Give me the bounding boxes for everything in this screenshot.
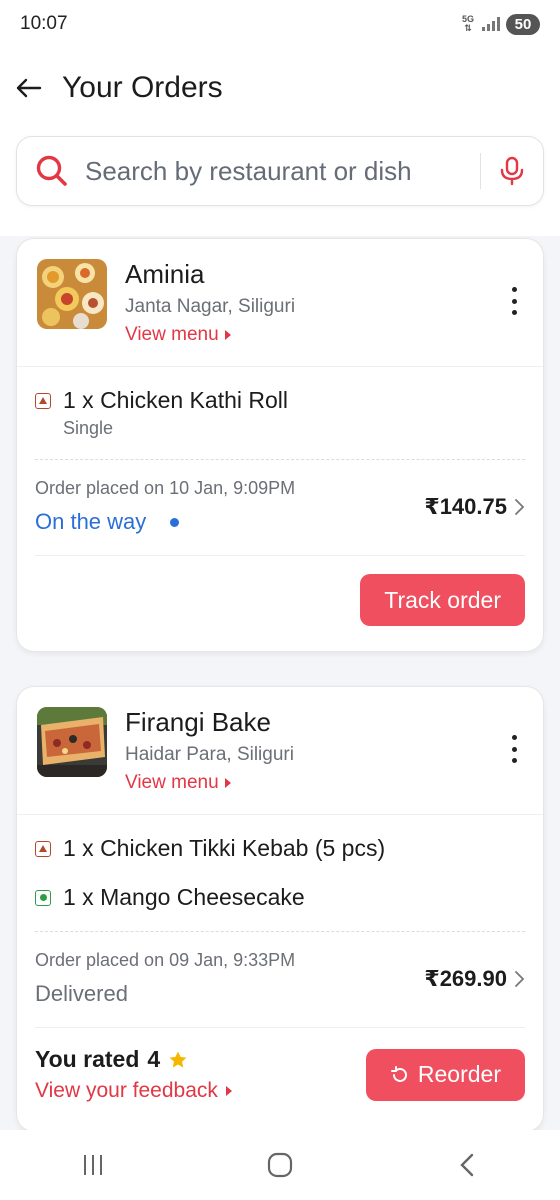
rated-label: You rated [35, 1046, 140, 1072]
order-meta[interactable]: Order placed on 09 Jan, 9:33PM Delivered… [35, 932, 525, 1027]
order-price[interactable]: ₹269.90 [424, 966, 525, 992]
item-text: 1 x Chicken Kathi Roll [63, 387, 288, 413]
chevron-right-icon [515, 498, 525, 515]
price-value: ₹269.90 [424, 965, 507, 991]
home-icon[interactable] [260, 1145, 300, 1185]
order-items: 1 x Chicken Tikki Kebab (5 pcs) 1 x Mang… [17, 815, 543, 1121]
non-veg-icon [35, 840, 51, 857]
order-placed-time: Order placed on 10 Jan, 9:09PM [35, 478, 296, 498]
chevron-right-icon [515, 970, 525, 987]
live-status-dot [170, 517, 180, 527]
restaurant-thumbnail [37, 707, 107, 777]
non-veg-icon [35, 392, 51, 409]
rating-row: You rated 4 [35, 1046, 366, 1073]
signal-icon [482, 17, 500, 31]
order-status-label: Delivered [35, 981, 128, 1006]
track-order-button[interactable]: Track order [360, 574, 525, 626]
rating-value: 4 [147, 1046, 161, 1072]
order-item: 1 x Chicken Tikki Kebab (5 pcs) [35, 835, 525, 862]
reorder-button[interactable]: Reorder [365, 1048, 525, 1101]
network-label: 5G [461, 14, 474, 24]
item-text: 1 x Chicken Tikki Kebab (5 pcs) [63, 835, 386, 861]
order-status-label: On the way [35, 509, 147, 534]
more-options-icon[interactable] [509, 287, 519, 315]
restaurant-header[interactable]: Aminia Janta Nagar, Siliguri View menu [17, 239, 543, 367]
order-item: 1 x Chicken Kathi Roll [35, 387, 525, 414]
restaurant-header[interactable]: Firangi Bake Haidar Para, Siliguri View … [17, 687, 543, 815]
restaurant-info: Firangi Bake Haidar Para, Siliguri View … [125, 707, 525, 794]
item-variant: Single [63, 418, 114, 438]
order-card: Aminia Janta Nagar, Siliguri View menu 1… [16, 238, 544, 652]
reorder-icon [390, 1065, 407, 1082]
restaurant-name: Firangi Bake [125, 707, 271, 737]
status-icons: 5G ⇅ 50 [460, 13, 540, 35]
card-footer: You rated 4 View your feedback Reorder [35, 1028, 525, 1121]
search-input[interactable] [85, 155, 462, 187]
order-meta[interactable]: Order placed on 10 Jan, 9:09PM On the wa… [35, 460, 525, 555]
order-status: On the way [35, 509, 295, 535]
restaurant-location: Haidar Para, Siliguri [125, 744, 294, 765]
view-menu-label: View menu [125, 772, 219, 793]
status-time: 10:07 [20, 13, 68, 34]
reorder-label: Reorder [417, 1061, 501, 1087]
back-arrow-icon[interactable] [14, 73, 44, 103]
restaurant-info: Aminia Janta Nagar, Siliguri View menu [125, 259, 525, 346]
item-text: 1 x Mango Cheesecake [63, 884, 305, 910]
back-icon[interactable] [447, 1145, 487, 1185]
order-items: 1 x Chicken Kathi Roll Single Order plac… [17, 367, 543, 644]
rating-section: You rated 4 View your feedback [35, 1046, 366, 1103]
restaurant-location: Janta Nagar, Siliguri [125, 296, 296, 317]
more-options-icon[interactable] [509, 735, 519, 763]
feedback-label: View your feedback [35, 1079, 218, 1102]
mic-icon[interactable] [499, 156, 525, 186]
search-icon [36, 155, 67, 186]
view-menu-link[interactable]: View menu [125, 772, 231, 794]
veg-icon [35, 889, 51, 906]
order-card: Firangi Bake Haidar Para, Siliguri View … [16, 686, 544, 1132]
page-title: Your Orders [62, 71, 223, 104]
view-feedback-link[interactable]: View your feedback [35, 1079, 232, 1103]
order-price[interactable]: ₹140.75 [424, 494, 525, 520]
search-divider [480, 153, 481, 189]
header: Your Orders [0, 48, 560, 128]
star-icon [169, 1051, 187, 1068]
recent-apps-icon[interactable] [73, 1145, 113, 1185]
network-5g-icon: 5G ⇅ [461, 14, 474, 33]
caret-right-icon [224, 330, 231, 340]
system-nav-bar [0, 1130, 560, 1200]
card-footer: Track order [35, 556, 525, 644]
battery-icon: 50 [506, 13, 540, 35]
search-bar[interactable] [16, 136, 544, 206]
restaurant-name: Aminia [125, 259, 205, 289]
status-bar: 10:07 5G ⇅ 50 [0, 0, 560, 48]
view-menu-link[interactable]: View menu [125, 324, 231, 346]
order-placed-time: Order placed on 09 Jan, 9:33PM [35, 950, 296, 970]
order-item: 1 x Mango Cheesecake [35, 884, 525, 911]
search-section [0, 128, 560, 236]
caret-right-icon [224, 778, 231, 788]
restaurant-thumbnail [37, 259, 107, 329]
price-value: ₹140.75 [424, 493, 507, 519]
caret-right-icon [225, 1086, 232, 1096]
view-menu-label: View menu [125, 324, 219, 345]
